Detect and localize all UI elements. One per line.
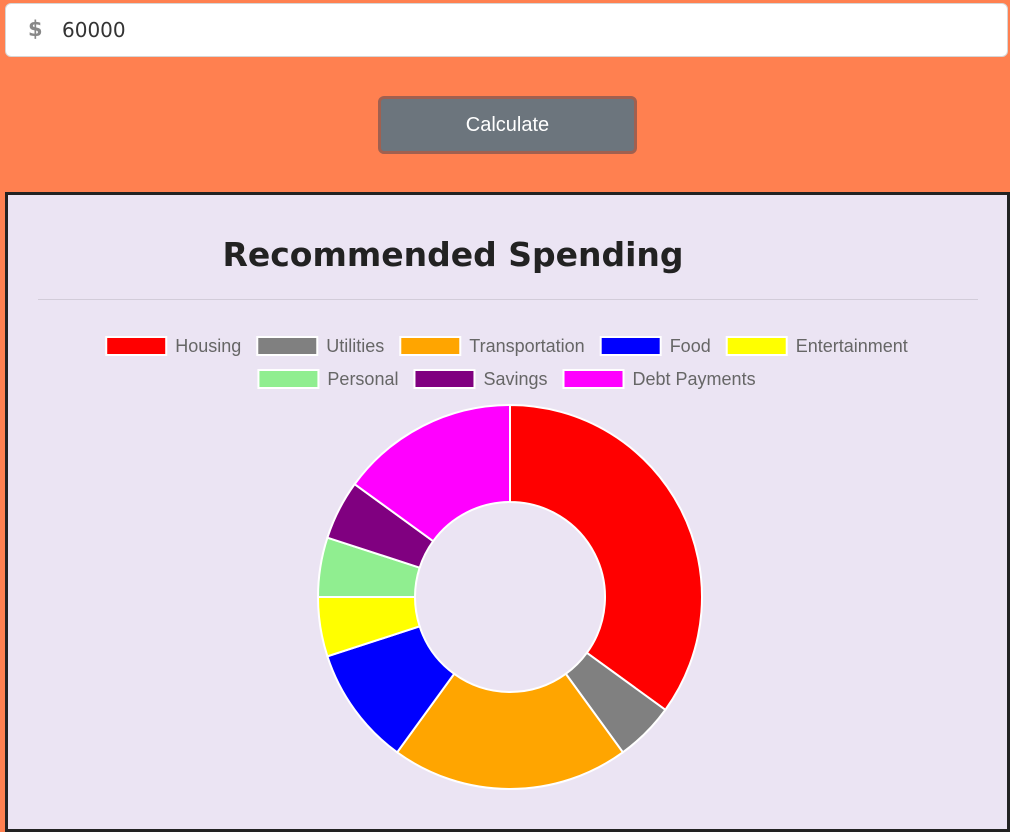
results-panel: Recommended Spending Housing Utilities Tra… <box>5 192 1010 832</box>
spending-doughnut-chart: Housing Utilities Transportation Food Entert… <box>105 336 908 790</box>
legend-swatch-entertainment[interactable] <box>725 336 788 356</box>
legend-swatch-debt-payments[interactable] <box>562 369 625 389</box>
legend-swatch-personal[interactable] <box>257 369 320 389</box>
calculate-button[interactable]: Calculate <box>378 96 637 154</box>
income-input[interactable] <box>62 4 962 56</box>
legend-label-food[interactable]: Food <box>670 336 711 356</box>
legend-swatch-food[interactable] <box>599 336 662 356</box>
legend-label-housing[interactable]: Housing <box>175 336 241 356</box>
income-form: $ Calculate <box>0 0 1010 192</box>
legend-swatch-savings[interactable] <box>413 369 476 389</box>
legend-label-savings[interactable]: Savings <box>483 369 547 389</box>
chart-slices <box>316 403 703 790</box>
legend-swatch-housing[interactable] <box>105 336 168 356</box>
legend-swatch-transportation[interactable] <box>399 336 462 356</box>
income-field[interactable]: $ <box>5 3 1008 57</box>
legend-label-utilities[interactable]: Utilities <box>326 336 384 356</box>
dollar-icon: $ <box>28 17 43 41</box>
legend-label-transportation[interactable]: Transportation <box>469 336 584 356</box>
legend-label-entertainment[interactable]: Entertainment <box>796 336 908 356</box>
slice-housing[interactable] <box>509 403 703 712</box>
legend-label-personal[interactable]: Personal <box>327 369 398 389</box>
legend-label-debt-payments[interactable]: Debt Payments <box>633 369 756 389</box>
chart-legend: Housing Utilities Transportation Food Entert… <box>105 336 908 389</box>
legend-swatch-utilities[interactable] <box>256 336 319 356</box>
